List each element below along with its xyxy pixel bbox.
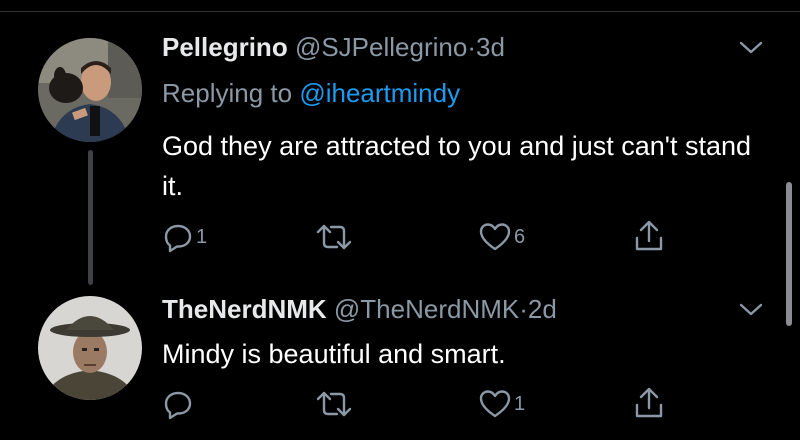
retweet-icon [316, 391, 352, 417]
like-count: 6 [514, 225, 526, 248]
replying-prefix: Replying to [162, 78, 293, 108]
like-button[interactable]: 1 [478, 387, 525, 421]
user-handle[interactable]: @SJPellegrino [295, 32, 467, 62]
tweet-header: TheNerdNMK @TheNerdNMK·2d [162, 296, 557, 322]
retweet-button[interactable] [315, 220, 355, 254]
share-icon [635, 220, 663, 251]
reply-button[interactable] [162, 387, 196, 421]
avatar[interactable] [38, 296, 142, 400]
tweet-text: God they are attracted to you and just c… [162, 131, 752, 201]
display-name[interactable]: TheNerdNMK [162, 294, 327, 324]
heart-icon [479, 223, 511, 251]
reply-button[interactable]: 1 [162, 220, 207, 254]
mention-link[interactable]: @iheartmindy [299, 78, 460, 108]
reply-count: 1 [196, 225, 208, 248]
like-button[interactable]: 6 [478, 220, 525, 254]
timestamp[interactable]: 3d [476, 32, 505, 62]
user-handle[interactable]: @TheNerdNMK [334, 294, 519, 324]
chevron-down-icon[interactable] [736, 300, 766, 320]
chevron-down-icon[interactable] [736, 38, 766, 58]
retweet-button[interactable] [315, 387, 355, 421]
tweet-header: Pellegrino @SJPellegrino·3d [162, 34, 505, 60]
display-name[interactable]: Pellegrino [162, 32, 288, 62]
thread-connector-line [88, 150, 93, 285]
top-divider [0, 11, 800, 12]
separator-dot: · [467, 32, 476, 62]
retweet-icon [316, 224, 352, 250]
replying-to: Replying to @iheartmindy [162, 80, 460, 106]
share-button[interactable] [634, 219, 664, 253]
share-icon [635, 387, 663, 418]
heart-icon [479, 390, 511, 418]
tweet-text: Mindy is beautiful and smart. [162, 339, 506, 369]
separator-dot: · [519, 294, 528, 324]
share-button[interactable] [634, 386, 664, 420]
avatar[interactable] [38, 38, 142, 142]
timestamp[interactable]: 2d [528, 294, 557, 324]
reply-icon [164, 224, 192, 253]
scrollbar[interactable] [786, 182, 792, 326]
reply-icon [164, 391, 192, 420]
like-count: 1 [514, 392, 526, 415]
